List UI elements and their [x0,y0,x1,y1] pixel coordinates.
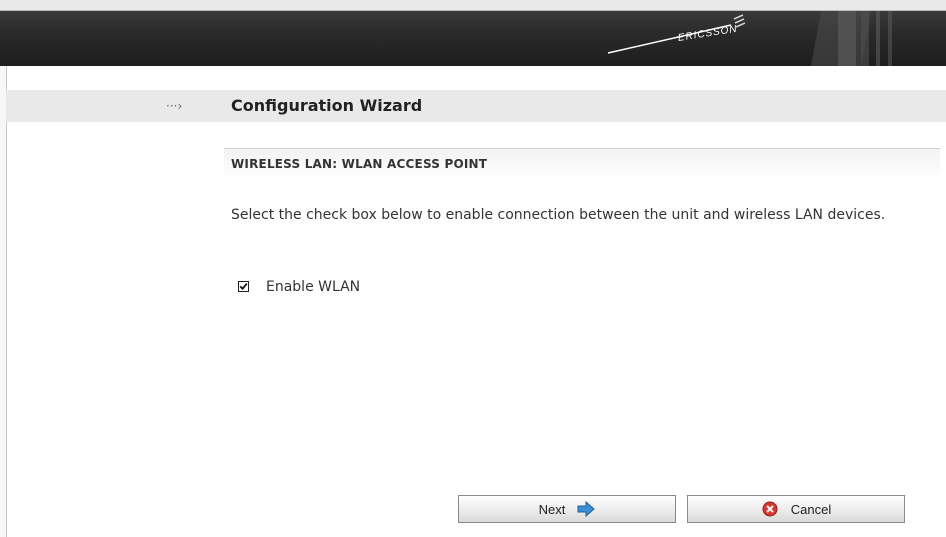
section-title: WIRELESS LAN: WLAN ACCESS POINT [231,157,488,171]
cancel-button-label: Cancel [790,501,832,517]
ericsson-logo-graphic [607,11,892,66]
breadcrumb-arrow-icon: ···› [166,99,183,113]
enable-wlan-checkbox[interactable] [238,281,249,292]
left-frame [0,66,7,537]
arrow-right-icon [577,501,596,517]
cancel-icon [762,501,778,517]
next-button[interactable]: Next [458,495,676,523]
checkmark-icon [239,283,248,291]
enable-wlan-label[interactable]: Enable WLAN [266,279,360,295]
wizard-title-bar [6,90,946,122]
next-button-label: Next [538,501,566,517]
page-title: Configuration Wizard [231,96,423,115]
header-banner: ERICSSON [0,11,946,66]
cancel-button[interactable]: Cancel [687,495,905,523]
section-description: Select the check box below to enable con… [231,207,886,223]
top-frame [0,0,946,11]
